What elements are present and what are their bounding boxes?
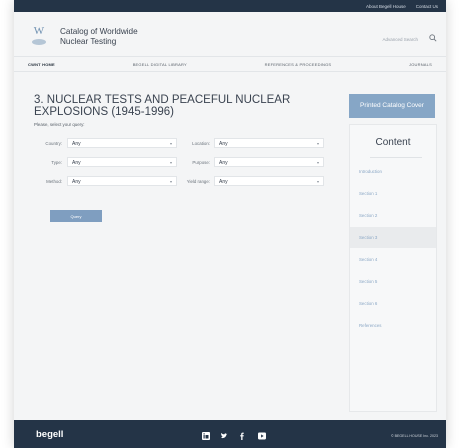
advanced-search-link[interactable]: Advanced Search	[382, 37, 418, 42]
app-window: About Begell House Contact Us W Catalog …	[14, 0, 446, 448]
chevron-down-icon: ▾	[169, 179, 172, 184]
content-item-section-1[interactable]: Section 1	[350, 183, 436, 204]
facebook-icon[interactable]	[238, 432, 246, 440]
country-value: Any	[72, 141, 81, 147]
site-footer: begell © BEGELL HOUSE Inc. 2023	[14, 420, 446, 448]
country-select[interactable]: Any ▾	[67, 138, 177, 148]
logo-globe-icon	[32, 39, 46, 45]
about-link[interactable]: About Begell House	[366, 4, 406, 9]
content-item-section-3[interactable]: Section 3	[350, 227, 436, 248]
location-value: Any	[219, 141, 228, 147]
country-label: Country:	[45, 141, 62, 146]
printed-catalog-cover-button[interactable]: Printed Catalog Cover	[349, 94, 435, 118]
chevron-down-icon: ▾	[169, 160, 172, 165]
nav-begell-digital-library[interactable]: BEGELL DIGITAL LIBRARY	[133, 62, 187, 67]
type-label: Type:	[51, 160, 62, 165]
search-icon[interactable]	[429, 34, 437, 42]
content-item-section-4[interactable]: Section 4	[350, 249, 436, 270]
content-item-introduction[interactable]: Introduction	[350, 161, 436, 182]
nav-journals[interactable]: JOURNALS	[409, 62, 432, 67]
chevron-down-icon: ▾	[169, 141, 172, 146]
query-button[interactable]: Query	[50, 210, 102, 222]
method-value: Any	[72, 179, 81, 185]
contact-link[interactable]: Contact Us	[416, 4, 438, 9]
site-title[interactable]: Catalog of Worldwide Nuclear Testing	[60, 27, 138, 47]
content-title: Content	[375, 137, 411, 148]
nav-references-proceedings[interactable]: REFERENCES & PROCEEDINGS	[265, 62, 332, 67]
yield-range-value: Any	[219, 179, 228, 185]
chevron-down-icon: ▾	[316, 160, 319, 165]
purpose-select[interactable]: Any ▾	[214, 157, 324, 167]
page-title: 3. NUCLEAR TESTS AND PEACEFUL NUCLEAR EX…	[34, 94, 291, 118]
query-row-3: Method: Any ▾ Yield range: Any ▾	[34, 176, 344, 188]
purpose-value: Any	[219, 160, 228, 166]
youtube-icon[interactable]	[258, 432, 266, 440]
content-item-section-6[interactable]: Section 6	[350, 293, 436, 314]
content-item-section-5[interactable]: Section 5	[350, 271, 436, 292]
linkedin-icon[interactable]	[202, 432, 210, 440]
nav-cwnt-home[interactable]: CWNT HOME	[28, 62, 55, 67]
site-header: W Catalog of Worldwide Nuclear Testing A…	[14, 12, 446, 57]
twitter-icon[interactable]	[220, 432, 228, 440]
yield-range-select[interactable]: Any ▾	[214, 176, 324, 186]
logo[interactable]: W	[28, 26, 50, 50]
chevron-down-icon: ▾	[316, 179, 319, 184]
copyright-text: © BEGELL HOUSE Inc. 2023	[390, 434, 438, 438]
site-title-line1: Catalog of Worldwide	[60, 27, 138, 36]
location-select[interactable]: Any ▾	[214, 138, 324, 148]
method-select[interactable]: Any ▾	[67, 176, 177, 186]
content-sidebar: Content Introduction Section 1 Section 2…	[349, 124, 437, 412]
method-label: Method:	[46, 179, 62, 184]
query-row-2: Type: Any ▾ Purpose: Any ▾	[34, 157, 344, 169]
site-title-line2: Nuclear Testing	[60, 37, 117, 46]
query-prompt: Please, select your query:	[34, 122, 85, 127]
type-select[interactable]: Any ▾	[67, 157, 177, 167]
location-label: Location:	[192, 141, 210, 146]
type-value: Any	[72, 160, 81, 166]
divider	[370, 157, 422, 158]
yield-range-label: Yield range:	[186, 179, 210, 184]
content-item-references[interactable]: References	[350, 315, 436, 336]
chevron-down-icon: ▾	[316, 141, 319, 146]
purpose-label: Purpose:	[192, 160, 210, 165]
top-utility-bar: About Begell House Contact Us	[14, 0, 446, 12]
begell-logo[interactable]: begell	[36, 429, 63, 440]
content-item-section-2[interactable]: Section 2	[350, 205, 436, 226]
main-content: 3. NUCLEAR TESTS AND PEACEFUL NUCLEAR EX…	[14, 70, 446, 420]
query-row-1: Country: Any ▾ Location: Any ▾	[34, 138, 344, 150]
begell-brand-text: begell	[36, 429, 64, 440]
logo-letter: W	[33, 25, 45, 37]
